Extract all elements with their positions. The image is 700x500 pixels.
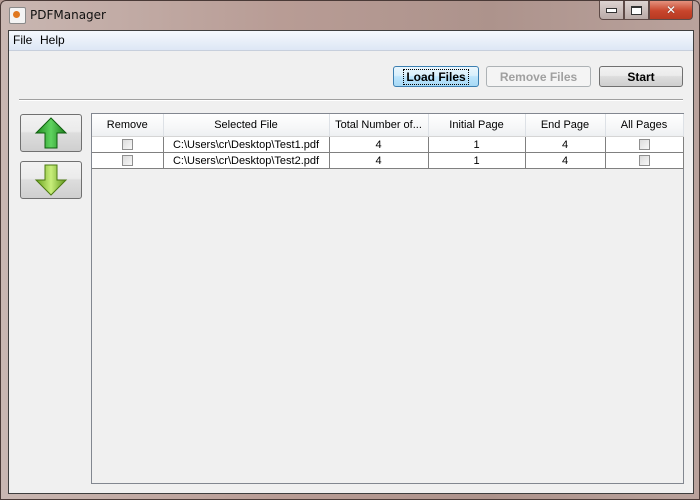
initial-page-cell[interactable]: 1 <box>427 136 526 153</box>
table-header: Remove Selected File Total Number of... … <box>92 114 684 137</box>
remove-cell[interactable] <box>92 152 164 169</box>
start-label: Start <box>627 69 655 84</box>
remove-cell[interactable] <box>92 136 164 153</box>
table-row[interactable]: C:\Users\cr\Desktop\Test2.pdf 4 1 4 <box>92 152 684 169</box>
menu-file[interactable]: File <box>13 33 32 47</box>
load-files-button[interactable]: Load Files <box>393 66 479 87</box>
maximize-button[interactable] <box>624 1 649 20</box>
menu-bar: File Help <box>9 31 693 51</box>
total-pages-cell[interactable]: 4 <box>328 136 429 153</box>
all-pages-checkbox[interactable] <box>638 155 650 167</box>
maximize-icon <box>631 5 642 15</box>
total-pages-cell[interactable]: 4 <box>328 152 429 169</box>
column-header-selected-file[interactable]: Selected File <box>163 114 330 137</box>
close-icon: ✕ <box>665 3 677 17</box>
start-button[interactable]: Start <box>599 66 683 87</box>
remove-checkbox[interactable] <box>121 139 133 151</box>
remove-files-label: Remove Files <box>499 69 578 84</box>
app-window: PDFManager ✕ File Help Load Files Remove… <box>0 0 700 500</box>
all-pages-cell[interactable] <box>604 152 684 169</box>
column-header-initial-page[interactable]: Initial Page <box>428 114 526 137</box>
file-cell[interactable]: C:\Users\cr\Desktop\Test2.pdf <box>162 152 330 169</box>
end-page-cell[interactable]: 4 <box>524 152 606 169</box>
files-table: Remove Selected File Total Number of... … <box>91 113 684 484</box>
separator <box>19 99 683 101</box>
column-header-total-pages[interactable]: Total Number of... <box>329 114 429 137</box>
move-up-button[interactable] <box>20 114 82 152</box>
table-row[interactable]: C:\Users\cr\Desktop\Test1.pdf 4 1 4 <box>92 136 684 153</box>
move-down-button[interactable] <box>20 161 82 199</box>
arrow-up-icon <box>34 117 68 149</box>
menu-help[interactable]: Help <box>40 33 65 47</box>
remove-files-button[interactable]: Remove Files <box>486 66 591 87</box>
title-bar[interactable]: PDFManager ✕ <box>1 1 699 30</box>
close-button[interactable]: ✕ <box>649 1 693 20</box>
minimize-icon <box>606 7 617 13</box>
arrow-down-icon <box>34 164 68 196</box>
remove-checkbox[interactable] <box>121 155 133 167</box>
minimize-button[interactable] <box>599 1 624 20</box>
column-header-all-pages[interactable]: All Pages <box>605 114 684 137</box>
end-page-cell[interactable]: 4 <box>524 136 606 153</box>
initial-page-cell[interactable]: 1 <box>427 152 526 169</box>
column-header-end-page[interactable]: End Page <box>525 114 606 137</box>
all-pages-checkbox[interactable] <box>638 139 650 151</box>
java-app-icon <box>9 7 26 24</box>
column-header-remove[interactable]: Remove <box>92 114 164 137</box>
client-area: File Help Load Files Remove Files Start <box>8 30 694 494</box>
window-title: PDFManager <box>30 8 106 22</box>
load-files-label: Load Files <box>403 68 469 85</box>
all-pages-cell[interactable] <box>604 136 684 153</box>
file-cell[interactable]: C:\Users\cr\Desktop\Test1.pdf <box>162 136 330 153</box>
